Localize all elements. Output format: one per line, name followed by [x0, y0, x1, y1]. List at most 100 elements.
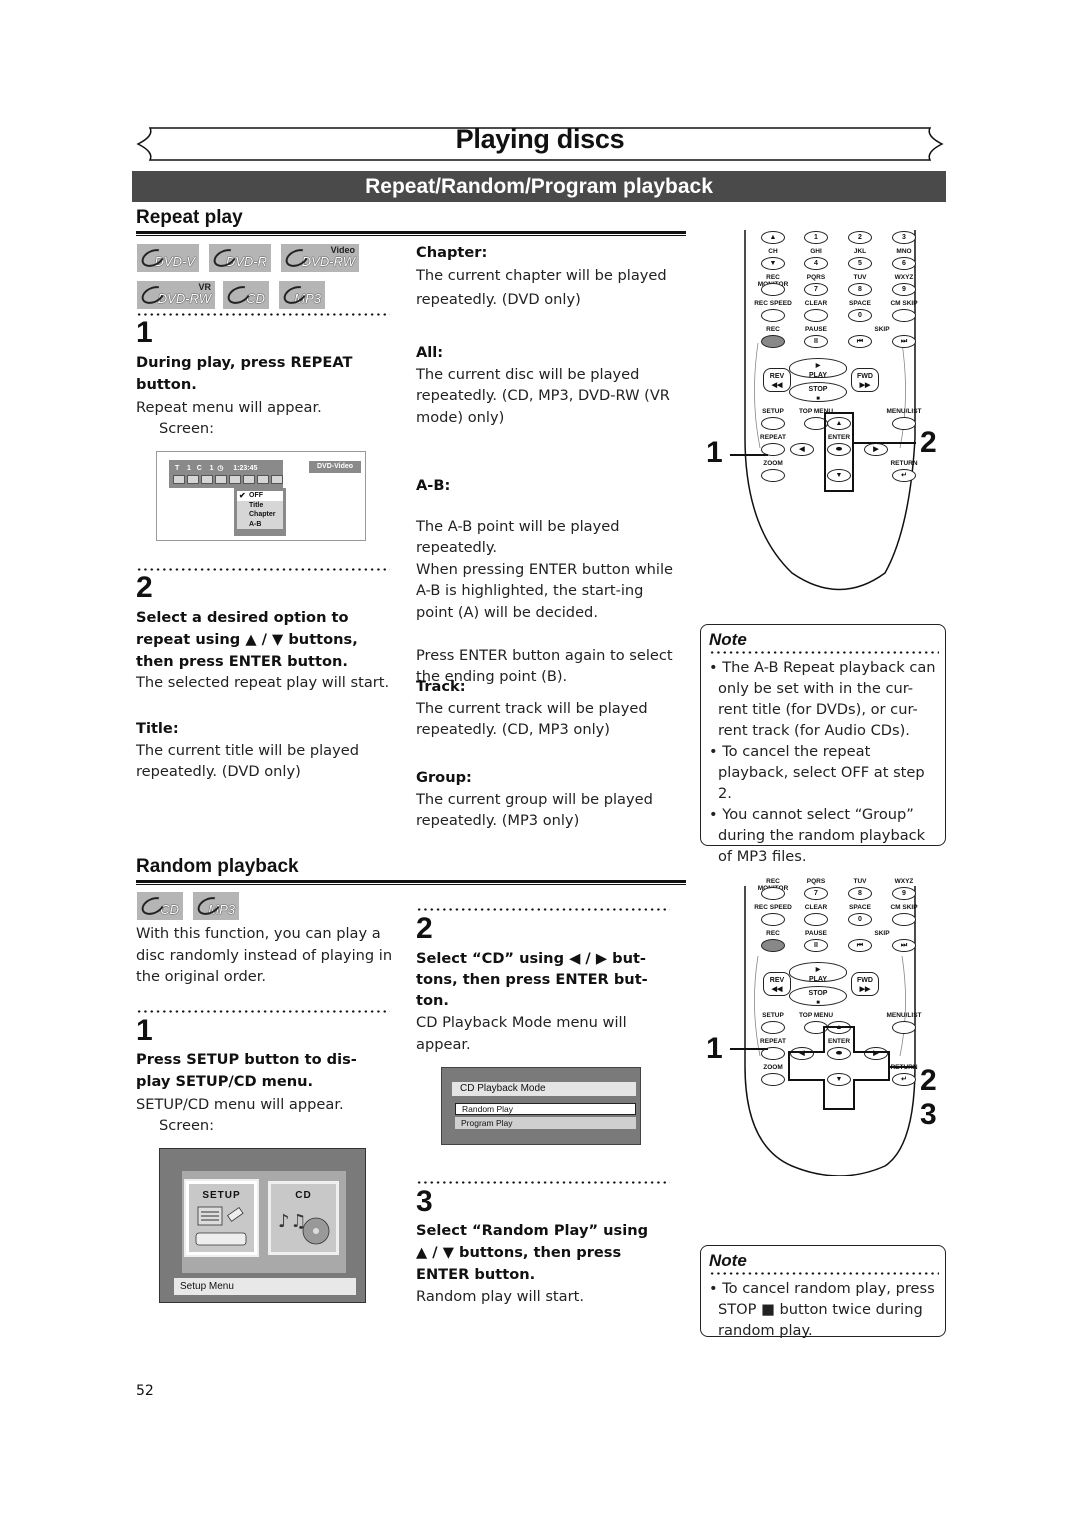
remote-key[interactable] [761, 887, 785, 900]
remote-key[interactable]: ⏮ [848, 335, 872, 348]
menu-list-button[interactable] [892, 417, 916, 430]
zoom-button-label: ZOOM [763, 460, 783, 467]
remote-key[interactable]: II [804, 335, 828, 348]
repeat-step1-instruction: During play, press REPEAT button. [136, 354, 353, 393]
fwd-button[interactable]: FWD ▶▶ [851, 972, 879, 996]
disc-icon-mp3: MP3 [193, 892, 239, 920]
remote-key[interactable] [804, 913, 828, 926]
remote-key-label: JKL [853, 248, 867, 255]
option-all: All: The current disc will be played rep… [416, 342, 676, 428]
remote-key[interactable]: ⏭ [892, 335, 916, 348]
remote-key[interactable]: ▼ [761, 257, 785, 270]
random-heading-rule [136, 880, 686, 885]
disc-icon-dvd-rw-vr: VR DVD-RW [137, 281, 215, 309]
setup-tile[interactable]: SETUP [186, 1181, 257, 1255]
repeat-step2-desc: The selected repeat play will start. [136, 674, 390, 691]
option-random-play[interactable]: Random Play [455, 1103, 636, 1115]
remote-key[interactable] [892, 913, 916, 926]
option-name: Chapter: [416, 244, 488, 261]
remote-key[interactable]: 9 [892, 283, 916, 296]
remote-key[interactable]: 8 [848, 887, 872, 900]
remote-key[interactable] [761, 939, 785, 952]
remote-key[interactable]: 5 [848, 257, 872, 270]
remote-key-label: CM SKIP [890, 300, 918, 307]
section-title: Repeat/Random/Program playback [132, 171, 946, 202]
osd-icon-audio [173, 475, 185, 484]
repeat-note-box: Note • The A-B Repeat playback can only … [700, 624, 946, 865]
option-desc: The current chapter will be played repea… [416, 266, 667, 308]
remote-key[interactable]: 7 [804, 283, 828, 296]
remote-key[interactable]: 7 [804, 887, 828, 900]
step-divider [416, 908, 670, 911]
remote-key[interactable]: 2 [848, 231, 872, 244]
remote-key[interactable]: 8 [848, 283, 872, 296]
return-button[interactable]: ↵ [892, 1073, 916, 1086]
callout-line [730, 1048, 768, 1050]
highlight-enter-keys [824, 412, 854, 492]
setup-button[interactable] [761, 417, 785, 430]
osd-menu-item[interactable]: ✔ OFF [237, 491, 283, 501]
cd-playback-mode-screen: CD Playback Mode Random Play Program Pla… [441, 1067, 641, 1145]
random-note-box: Note • To cancel random play, press STOP… [700, 1245, 946, 1339]
remote-key[interactable]: 0 [848, 913, 872, 926]
osd-menu-item[interactable]: Title [237, 500, 283, 510]
remote-key[interactable]: 4 [804, 257, 828, 270]
return-button-label: RETURN [890, 460, 918, 467]
option-track: Track: The current track will be played … [416, 676, 676, 741]
remote-key-label: CLEAR [804, 904, 828, 911]
option-desc: The current track will be played repeate… [416, 699, 648, 739]
remote-key[interactable]: II [804, 939, 828, 952]
remote-key[interactable]: 0 [848, 309, 872, 322]
setup-button-label: SETUP [762, 1012, 784, 1019]
osd-menu-item[interactable]: Chapter [237, 510, 283, 520]
cd-playback-mode-title: CD Playback Mode [452, 1082, 636, 1096]
osd-icon-marker [243, 475, 255, 484]
osd-menu-item[interactable]: A-B [237, 519, 283, 529]
remote-key[interactable]: ⏭ [892, 939, 916, 952]
option-name: A-B: [416, 477, 451, 494]
stop-button[interactable]: STOP ■ [789, 382, 847, 402]
disc-icon-dvd-rw-video: Video DVD-RW [281, 244, 359, 272]
callout-1: 1 [706, 1032, 723, 1065]
option-chapter: Chapter: The current chapter will be pla… [416, 242, 676, 312]
return-button[interactable]: ↵ [892, 469, 916, 482]
setup-icon [195, 1206, 246, 1246]
rev-button[interactable]: REV ◀◀ [763, 972, 791, 996]
remote-key[interactable] [892, 309, 916, 322]
remote-key[interactable] [761, 335, 785, 348]
zoom-button[interactable] [761, 469, 785, 482]
setup-button[interactable] [761, 1021, 785, 1034]
step-divider [416, 1181, 670, 1184]
remote-key[interactable]: ▲ [761, 231, 785, 244]
skip-label: SKIP [874, 930, 890, 937]
option-program-play[interactable]: Program Play [455, 1117, 636, 1129]
right-arrow-button[interactable]: ▶ [864, 443, 888, 456]
zoom-button[interactable] [761, 1073, 785, 1086]
cd-tile[interactable]: CD ♪♫ [268, 1181, 339, 1255]
osd-icon-repeat [229, 475, 241, 484]
osd-icon-nr [257, 475, 269, 484]
setup-menu-caption: Setup Menu [174, 1278, 356, 1295]
repeat-step1-number: 1 [136, 316, 153, 349]
rev-button[interactable]: REV ◀◀ [763, 368, 791, 392]
remote-key[interactable] [804, 309, 828, 322]
step-divider [136, 1010, 390, 1013]
play-button[interactable]: ▶ PLAY [789, 358, 847, 379]
remote-key[interactable]: ⏮ [848, 939, 872, 952]
fwd-button[interactable]: FWD ▶▶ [851, 368, 879, 392]
remote-key[interactable] [761, 283, 785, 296]
remote-key[interactable]: 9 [892, 887, 916, 900]
remote-key[interactable] [761, 913, 785, 926]
option-group: Group: The current group will be played … [416, 767, 676, 832]
remote-key[interactable]: 6 [892, 257, 916, 270]
left-arrow-button[interactable]: ◀ [790, 443, 814, 456]
play-button[interactable]: ▶ PLAY [789, 962, 847, 983]
callout-2: 2 [920, 426, 937, 459]
remote-key[interactable]: 1 [804, 231, 828, 244]
remote-key[interactable]: 3 [892, 231, 916, 244]
remote-key-label: PAUSE [805, 930, 827, 937]
stop-button[interactable]: STOP ■ [789, 986, 847, 1006]
osd-status-text: T 1 C 1 ◷ 1:23:45 [175, 465, 258, 472]
menu-list-button[interactable] [892, 1021, 916, 1034]
remote-key[interactable] [761, 309, 785, 322]
